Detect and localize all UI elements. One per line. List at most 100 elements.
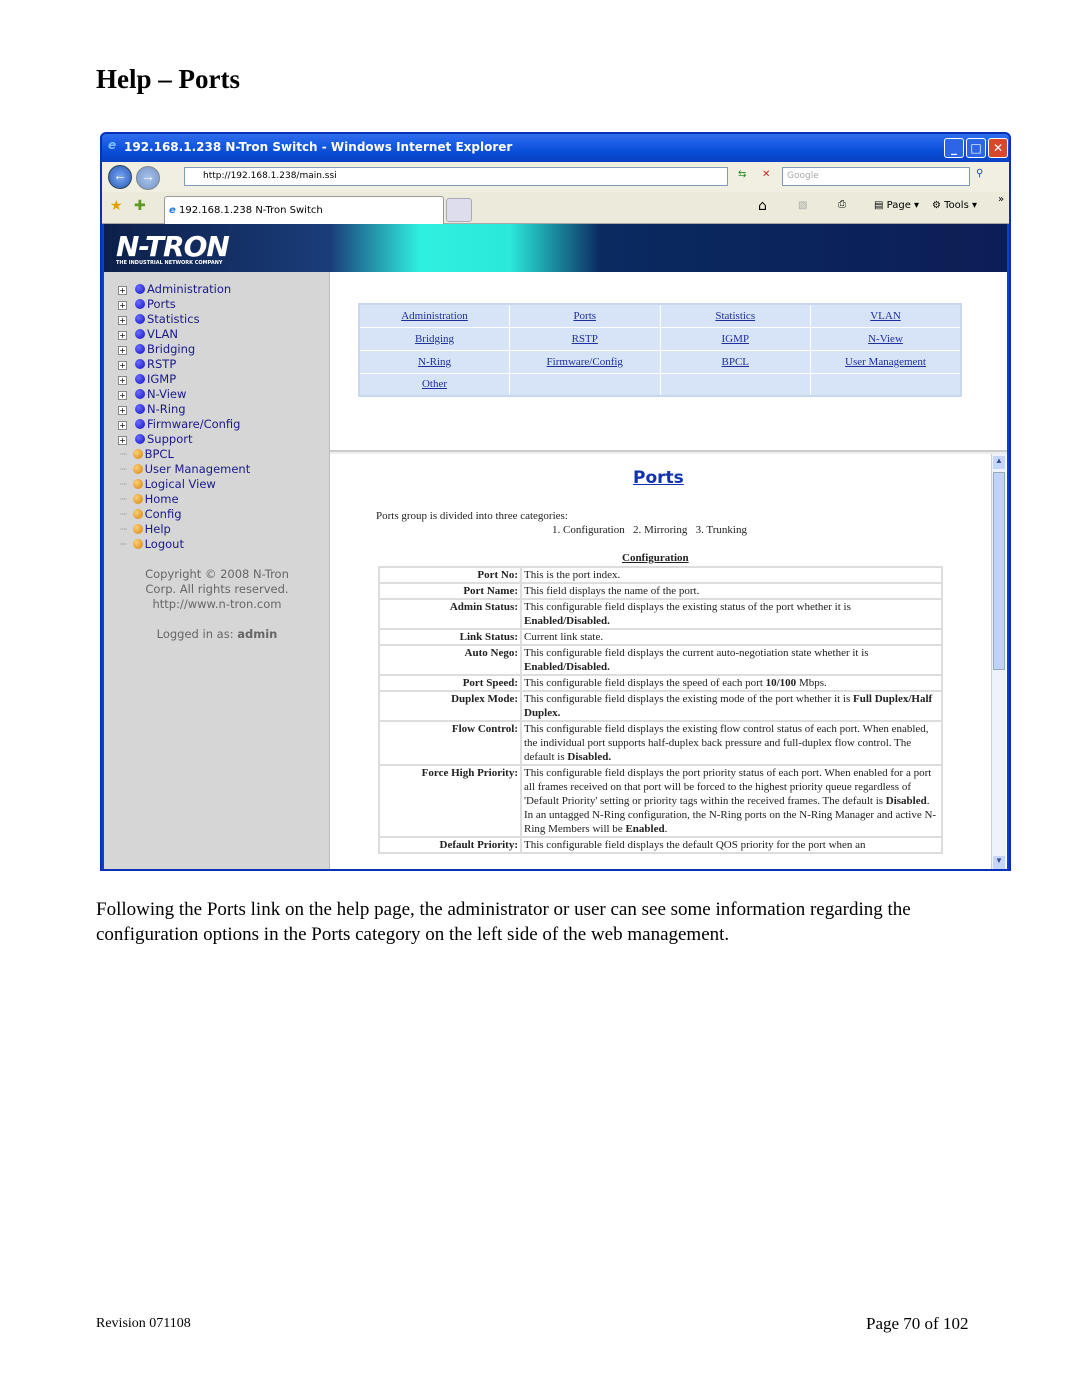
description-emphasis: Enabled	[625, 823, 665, 835]
description-text: Current link state.	[524, 631, 604, 643]
field-description: This configurable field displays the por…	[520, 764, 943, 838]
sidebar-link[interactable]: ┈ Logout	[118, 537, 184, 551]
expand-icon[interactable]: +	[118, 346, 127, 355]
scroll-down-button[interactable]: ▼	[993, 856, 1005, 869]
sidebar-item[interactable]: + VLAN	[118, 327, 178, 341]
sidebar-link-label: User Management	[144, 462, 251, 476]
maximize-button[interactable]: □	[966, 138, 986, 158]
sidebar-link[interactable]: ┈ User Management	[118, 462, 250, 476]
favorites-star-icon[interactable]: ★	[110, 198, 123, 214]
blue-bullet-icon	[135, 299, 145, 309]
sidebar-item[interactable]: + RSTP	[118, 357, 176, 371]
expand-icon[interactable]: +	[118, 376, 127, 385]
help-nav-link[interactable]: Ports	[509, 303, 661, 328]
scroll-up-button[interactable]: ▲	[993, 456, 1005, 469]
sidebar-link[interactable]: ┈ Config	[118, 507, 182, 521]
help-nav-link[interactable]: VLAN	[810, 303, 962, 328]
close-button[interactable]: ✕	[988, 138, 1008, 158]
nav-row: N-Ring Firmware/Config BPCL User Management	[358, 349, 962, 374]
empty-cell	[509, 372, 661, 397]
page-menu[interactable]: ▤ Page ▾	[874, 200, 919, 211]
sidebar-item[interactable]: + Statistics	[118, 312, 200, 326]
field-description: This configurable field displays the exi…	[520, 720, 943, 766]
sidebar-link[interactable]: ┈ BPCL	[118, 447, 174, 461]
sidebar-link[interactable]: ┈ Help	[118, 522, 171, 536]
table-row: Admin Status: This configurable field dis…	[378, 598, 943, 630]
help-nav-link[interactable]: Statistics	[659, 303, 811, 328]
print-icon[interactable]: ⎙	[838, 199, 846, 210]
more-chevron[interactable]: »	[998, 194, 1004, 205]
feeds-icon[interactable]: ▧	[798, 200, 807, 211]
new-tab-button[interactable]	[446, 198, 472, 222]
help-nav-link[interactable]: N-View	[810, 326, 962, 351]
sidebar-item[interactable]: + N-View	[118, 387, 186, 401]
sidebar-link-label: Logical View	[144, 477, 216, 491]
help-nav-link[interactable]: Administration	[358, 303, 510, 328]
table-row: Port No: This is the port index.	[378, 566, 943, 584]
field-description: This configurable field displays the spe…	[520, 674, 943, 692]
expand-icon[interactable]: +	[118, 301, 127, 310]
browser-tab[interactable]: e 192.168.1.238 N-Tron Switch	[164, 196, 444, 224]
tools-menu[interactable]: ⚙ Tools ▾	[932, 200, 977, 211]
help-nav-link[interactable]: RSTP	[509, 326, 661, 351]
tab-label: 192.168.1.238 N-Tron Switch	[178, 205, 323, 216]
sidebar-link[interactable]: ┈ Logical View	[118, 477, 216, 491]
forward-button[interactable]: →	[136, 166, 160, 190]
sidebar-item[interactable]: + Support	[118, 432, 192, 446]
sidebar-item[interactable]: + Bridging	[118, 342, 195, 356]
tools-menu-label: Tools	[944, 200, 969, 211]
refresh-icon[interactable]: ⇆	[738, 169, 746, 180]
expand-icon[interactable]: +	[118, 406, 127, 415]
help-nav-link[interactable]: Other	[358, 372, 510, 397]
field-description: This configurable field displays the exi…	[520, 690, 943, 722]
sidebar-link-label: Help	[144, 522, 171, 536]
expand-icon[interactable]: +	[118, 331, 127, 340]
stop-icon[interactable]: ✕	[762, 169, 770, 180]
orange-bullet-icon	[132, 479, 143, 489]
expand-icon[interactable]: +	[118, 436, 127, 445]
search-icon[interactable]: ⚲	[976, 168, 983, 179]
help-nav-link[interactable]: User Management	[810, 349, 962, 374]
help-nav-link[interactable]: Bridging	[358, 326, 510, 351]
expand-icon[interactable]: +	[118, 316, 127, 325]
description-text: This configurable field displays the exi…	[524, 601, 851, 613]
scroll-thumb[interactable]	[993, 472, 1005, 670]
field-description: This configurable field displays the exi…	[520, 598, 943, 630]
description-text: Mbps.	[796, 677, 827, 689]
field-name: Port Speed:	[378, 674, 522, 692]
blue-bullet-icon	[135, 374, 145, 384]
expand-icon[interactable]: +	[118, 421, 127, 430]
sidebar-item[interactable]: + Administration	[118, 282, 231, 296]
help-nav-link[interactable]: N-Ring	[358, 349, 510, 374]
help-nav-link[interactable]: IGMP	[659, 326, 811, 351]
minimize-button[interactable]: _	[944, 138, 964, 158]
help-nav-link[interactable]: Firmware/Config	[509, 349, 661, 374]
home-icon[interactable]: ⌂	[758, 198, 767, 214]
add-favorites-icon[interactable]: ✚	[134, 198, 146, 214]
expand-icon[interactable]: +	[118, 361, 127, 370]
field-description: This is the port index.	[520, 566, 943, 584]
scrollbar[interactable]: ▲ ▼	[991, 454, 1006, 869]
sidebar-item[interactable]: + Firmware/Config	[118, 417, 240, 431]
tree-line: ┈	[120, 522, 131, 536]
expand-icon[interactable]: +	[118, 391, 127, 400]
description-text: This configurable field displays the cur…	[524, 647, 869, 659]
back-button[interactable]: ←	[108, 165, 132, 189]
help-nav-link[interactable]: BPCL	[659, 349, 811, 374]
sidebar-item[interactable]: + Ports	[118, 297, 176, 311]
field-description: This configurable field displays the cur…	[520, 644, 943, 676]
sidebar-item[interactable]: + N-Ring	[118, 402, 186, 416]
expand-icon[interactable]: +	[118, 286, 127, 295]
description-text: .	[664, 823, 668, 835]
orange-bullet-icon	[132, 449, 143, 459]
tree-line: ┈	[120, 507, 131, 521]
table-row: Flow Control: This configurable field dis…	[378, 720, 943, 766]
logged-in-label: Logged in as:	[156, 627, 234, 641]
sidebar-link[interactable]: ┈ Home	[118, 492, 179, 506]
orange-bullet-icon	[132, 494, 143, 504]
address-input[interactable]: http://192.168.1.238/main.ssi	[184, 167, 728, 186]
sidebar-item-label: Support	[147, 432, 193, 446]
blue-bullet-icon	[135, 404, 145, 414]
sidebar-item[interactable]: + IGMP	[118, 372, 176, 386]
search-input[interactable]: Google	[782, 167, 970, 186]
